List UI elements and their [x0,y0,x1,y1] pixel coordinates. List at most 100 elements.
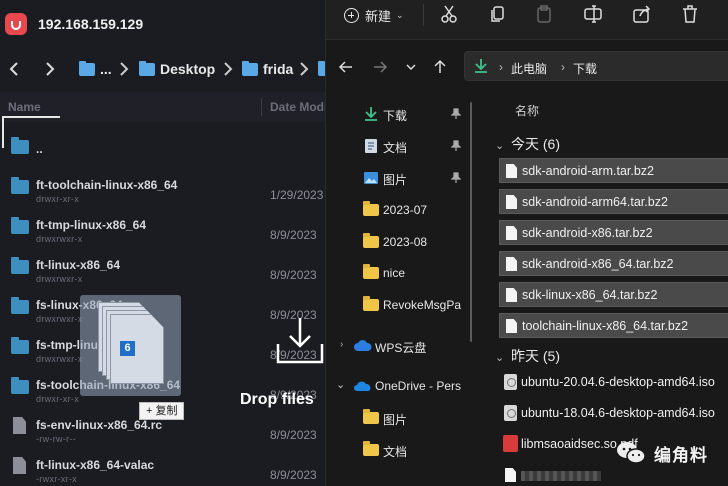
up-arrow-icon[interactable] [432,59,448,75]
list-item[interactable]: sdk-android-x86_64.tar.bz2 [499,251,728,276]
explorer-toolbar: 新建 ⌄ [326,0,728,40]
list-item[interactable]: sdk-android-arm.tar.bz2 [499,158,728,183]
breadcrumb-next[interactable] [318,60,325,78]
nav-item-nice[interactable]: nice [326,258,474,288]
redacted-filename [521,471,601,481]
table-row[interactable]: .. [0,130,325,170]
cut-icon[interactable] [439,4,459,24]
share-icon[interactable] [632,4,652,24]
column-name[interactable]: Name [8,100,41,114]
column-divider[interactable] [261,98,262,116]
nav-item-wps-cloud[interactable]: › WPS云盘 [326,331,474,361]
chevron-right-icon: › [499,60,503,74]
file-icon [506,257,517,271]
watermark: 编角料 [616,438,708,468]
address-bar-row: › 此电脑 › 下载 [326,48,728,86]
plus-circle-icon [344,7,359,23]
chevron-down-icon: ⌄ [396,9,404,20]
folder-icon [11,217,29,234]
group-header-today[interactable]: ⌄ 今天 (6) [495,134,560,154]
chevron-right-icon [224,62,233,76]
pin-icon[interactable] [451,140,461,152]
address-field[interactable]: › 此电脑 › 下载 [464,51,728,81]
table-row[interactable]: ft-toolchain-linux-x86_64 drwxr-xr-x 1/2… [0,170,325,210]
list-item[interactable]: ubuntu-20.04.6-desktop-amd64.iso [499,370,728,395]
download-icon [475,59,487,73]
folder-icon [11,177,29,194]
folder-icon [363,441,379,456]
breadcrumb-ellipsis[interactable]: ... [79,60,112,78]
file-icon [13,457,26,474]
folder-icon [79,60,95,76]
drag-count-badge: 6 [120,341,135,356]
nav-item-onedrive-documents[interactable]: 文档 [326,435,474,465]
host-address: 192.168.159.129 [38,16,144,32]
nav-item-revokemsgpatcher[interactable]: RevokeMsgPa [326,290,474,320]
list-item[interactable]: sdk-android-arm64.tar.bz2 [499,189,728,214]
folder-icon [318,60,325,76]
drop-zone[interactable]: Drop files [240,300,325,420]
table-row[interactable]: ft-linux-x86_64-valac -rwxr-xr-x 8/9/202… [0,450,325,486]
file-view: 名称 ⌄ 今天 (6) sdk-android-arm.tar.bz2 sdk-a… [489,92,728,486]
breadcrumb-frida[interactable]: frida [242,60,293,78]
pin-icon[interactable] [451,108,461,120]
chevron-down-icon[interactable]: ⌄ [336,378,345,391]
nav-item-documents[interactable]: 文档 [326,131,474,161]
forward-arrow-icon[interactable] [40,60,58,78]
nav-item-2023-08[interactable]: 2023-08 [326,227,474,257]
folder-icon [363,264,379,279]
nav-item-onedrive[interactable]: ⌄ OneDrive - Pers [326,371,474,401]
breadcrumb-desktop[interactable]: Desktop [139,60,215,78]
list-item[interactable]: toolchain-linux-x86_64.tar.bz2 [499,313,728,338]
group-header-yesterday[interactable]: ⌄ 昨天 (5) [495,346,560,366]
file-icon [506,288,517,302]
address-segment-downloads[interactable]: 下载 [573,60,597,77]
sftp-panel: 192.168.159.129 ... Desktop frida Name D… [0,0,325,486]
list-item[interactable]: sdk-android-x86.tar.bz2 [499,220,728,245]
folder-icon [363,296,379,311]
chevron-right-icon [300,62,309,76]
forward-arrow-icon[interactable] [372,59,388,75]
delete-icon[interactable] [680,4,700,24]
paste-icon[interactable] [534,4,554,24]
rename-icon[interactable] [583,4,603,24]
cloud-icon [354,340,372,351]
table-row[interactable]: ft-tmp-linux-x86_64 drwxrwxr-x 8/9/2023 [0,210,325,250]
chevron-down-icon: ⌄ [495,352,505,364]
column-name-header[interactable]: 名称 [515,102,539,119]
drop-label: Drop files [240,391,314,408]
file-icon [506,164,517,178]
chevron-right-icon[interactable]: › [340,339,343,350]
file-icon [506,195,517,209]
back-arrow-icon[interactable] [6,60,24,78]
file-icon [506,226,517,240]
folder-icon [139,60,155,76]
path-bar: ... Desktop frida [0,54,325,84]
copy-icon[interactable] [488,4,508,24]
nav-item-2023-07[interactable]: 2023-07 [326,195,474,225]
navigation-pane: 下载 文档 图片 2023-07 2023-08 nice RevokeMsgP… [326,92,474,486]
table-row[interactable]: ft-linux-x86_64 drwxrwxr-x 8/9/2023 [0,250,325,290]
pin-icon[interactable] [451,172,461,184]
folder-icon [363,201,379,216]
address-segment-pc[interactable]: 此电脑 [511,60,547,77]
nav-item-onedrive-pictures[interactable]: 图片 [326,403,474,433]
column-date[interactable]: Date Modi [270,100,325,114]
chevron-right-icon [120,62,129,76]
chevron-right-icon: › [561,60,565,74]
list-item[interactable]: ubuntu-18.04.6-desktop-amd64.iso [499,401,728,426]
back-arrow-icon[interactable] [338,59,354,75]
onedrive-icon [354,381,371,391]
nav-item-pictures[interactable]: 图片 [326,163,474,193]
chevron-down-icon[interactable] [405,61,417,73]
list-item[interactable]: sdk-linux-x86_64.tar.bz2 [499,282,728,307]
disc-image-icon [504,374,517,390]
sftp-titlebar: 192.168.159.129 [0,0,325,50]
nav-scrollbar[interactable] [470,102,472,342]
document-icon [365,139,377,153]
nav-item-downloads[interactable]: 下载 [326,99,474,129]
folder-icon [363,409,379,424]
new-button[interactable]: 新建 ⌄ [344,5,404,25]
toolbar-separator [423,4,424,26]
picture-icon [364,172,378,184]
